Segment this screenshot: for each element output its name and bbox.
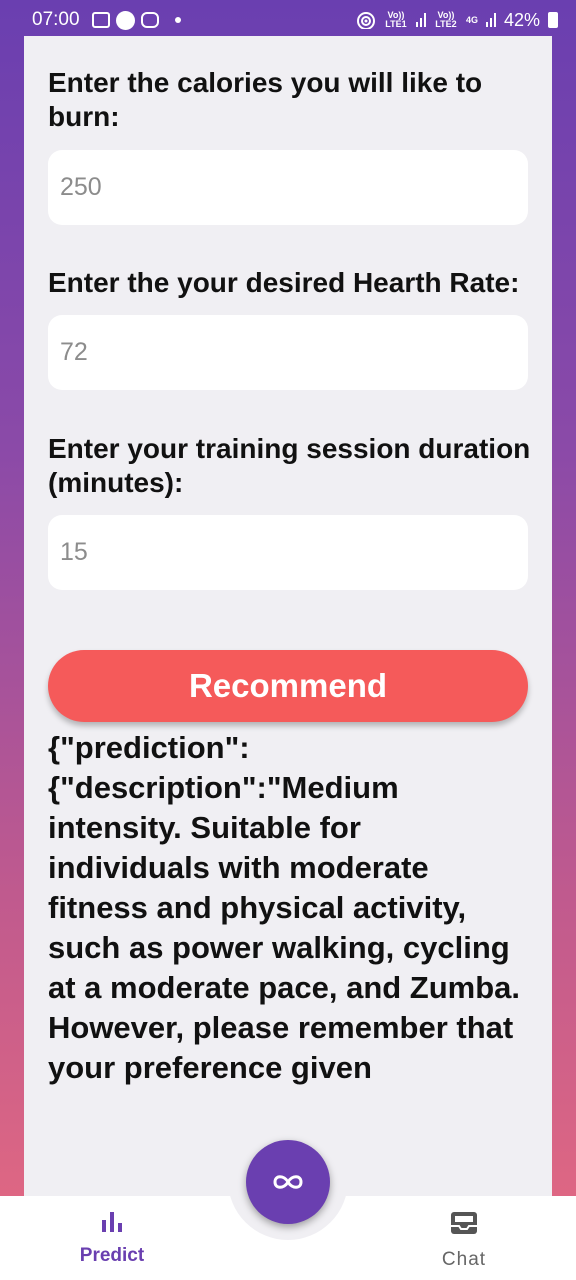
hotspot-icon: [356, 12, 375, 29]
nav-predict[interactable]: Predict: [52, 1210, 172, 1267]
duration-label: Enter your training session duration (mi…: [48, 433, 531, 498]
network-type: 4G: [465, 14, 478, 25]
battery-icon: [548, 12, 558, 28]
nav-chat[interactable]: Chat: [404, 1210, 524, 1271]
signal1-icon: [415, 13, 426, 27]
center-action-button[interactable]: [246, 1140, 330, 1224]
instagram-icon: [140, 12, 159, 28]
notification-dot-icon: [174, 17, 181, 23]
gallery-icon: [91, 12, 110, 28]
infinity-icon: [273, 1175, 303, 1189]
whatsapp-icon: [115, 10, 135, 30]
nav-predict-label: Predict: [79, 1245, 145, 1266]
duration-input[interactable]: [48, 515, 528, 590]
recommend-button[interactable]: Recommend: [48, 650, 528, 722]
status-bar: 07:00 Vo)) LTE1 Vo)) LTE2 4G 42%: [0, 0, 576, 40]
calories-label: Enter the calories you will like to burn…: [48, 67, 483, 132]
heart-rate-label: Enter the your desired Hearth Rate:: [48, 267, 520, 298]
calories-input[interactable]: [48, 150, 528, 225]
nav-chat-label: Chat: [441, 1249, 487, 1270]
battery-percent: 42%: [503, 9, 540, 30]
prediction-result-text: {"prediction":{"description":"Medium int…: [48, 730, 521, 1085]
heart-rate-input[interactable]: [48, 315, 528, 390]
inbox-icon: [451, 1212, 477, 1234]
sim2-label: Vo)) LTE2: [435, 10, 457, 29]
sim1-label: Vo)) LTE1: [385, 10, 407, 29]
form-panel: Enter the calories you will like to burn…: [24, 36, 552, 1196]
status-time: 07:00: [32, 9, 80, 30]
signal2-icon: [485, 13, 496, 27]
bar-chart-icon: [102, 1212, 122, 1232]
